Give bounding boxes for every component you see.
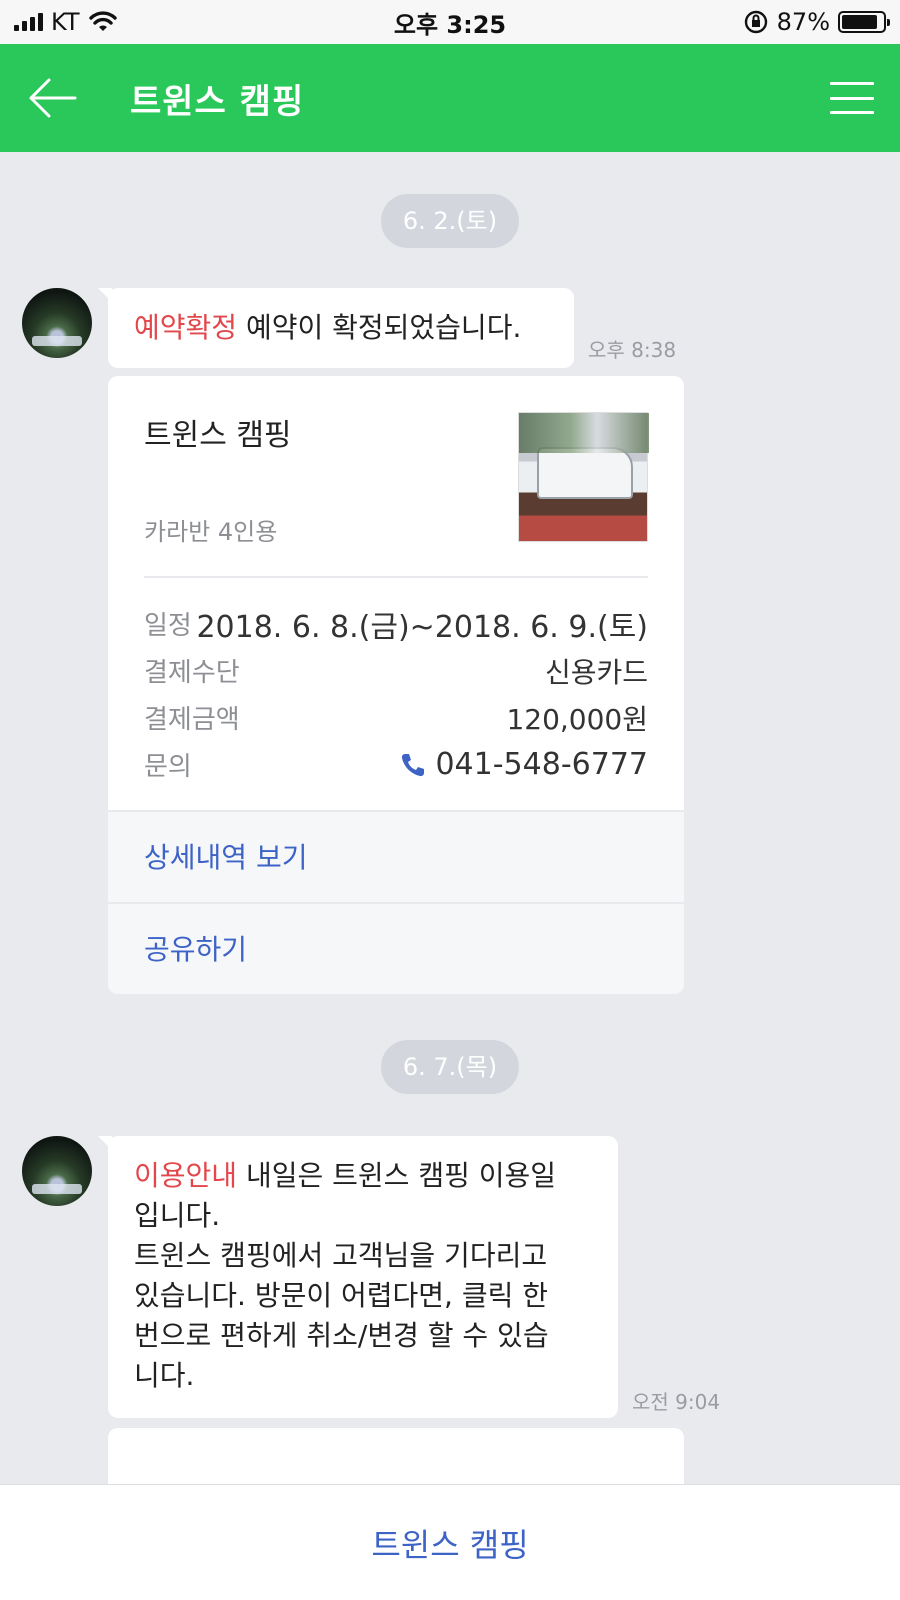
status-right: 87% xyxy=(743,8,890,36)
share-button[interactable]: 공유하기 xyxy=(108,902,684,994)
orientation-lock-icon xyxy=(744,10,767,34)
detail-value: 120,000원 xyxy=(506,702,648,736)
phone-link[interactable]: 041-548-6777 xyxy=(399,747,648,782)
battery-percent: 87% xyxy=(776,8,830,36)
signal-icon xyxy=(14,13,43,31)
back-button[interactable] xyxy=(26,72,78,124)
message-tag: 예약확정 xyxy=(134,311,238,344)
message-line: 니다. xyxy=(134,1359,195,1392)
detail-value: 신용카드 xyxy=(544,655,648,689)
phone-number: 041-548-6777 xyxy=(435,747,648,782)
detail-row-payment-method: 결제수단 신용카드 xyxy=(144,647,648,694)
detail-label: 결제금액 xyxy=(144,705,240,735)
chat-header: 트윈스 캠핑 xyxy=(0,44,900,152)
message-line: 입니다. xyxy=(134,1199,221,1232)
status-bar: KT 오후 3:25 87% xyxy=(0,0,900,44)
carrier-label: KT xyxy=(51,8,80,36)
battery-icon xyxy=(838,11,890,33)
detail-label: 결제수단 xyxy=(144,658,240,688)
arrow-left-icon xyxy=(29,78,77,118)
avatar[interactable] xyxy=(22,1136,92,1206)
view-details-button[interactable]: 상세내역 보기 xyxy=(108,810,684,902)
wifi-icon xyxy=(88,11,117,31)
message-text: 내일은 트윈스 캠핑 이용일 xyxy=(245,1159,557,1192)
chat-title: 트윈스 캠핑 xyxy=(130,81,305,122)
avatar[interactable] xyxy=(22,288,92,358)
detail-value: 2018. 6. 8.(금)~2018. 6. 9.(토) xyxy=(196,609,648,645)
card-subtitle: 카라반 4인용 xyxy=(144,518,278,546)
menu-button[interactable] xyxy=(830,78,874,118)
phone-icon xyxy=(402,753,425,776)
reservation-card: 트윈스 캠핑 카라반 4인용 일정 2018. 6. 8.(금)~2018. 6… xyxy=(108,376,684,994)
detail-label: 문의 xyxy=(144,752,192,782)
status-left: KT xyxy=(14,8,118,36)
hamburger-menu-icon xyxy=(830,82,874,85)
message-bubble-confirmed: 예약확정 예약이 확정되었습니다. xyxy=(98,288,574,368)
message-line: 번으로 편하게 취소/변경 할 수 있습 xyxy=(134,1319,549,1352)
campsite-thumbnail[interactable] xyxy=(518,412,649,542)
message-line: 트윈스 캠핑에서 고객님을 기다리고 xyxy=(134,1239,548,1272)
date-separator: 6. 2.(토) xyxy=(380,194,520,248)
message-tag: 이용안내 xyxy=(134,1159,238,1192)
message-time: 오전 9:04 xyxy=(632,1390,721,1414)
detail-label: 일정 xyxy=(144,611,192,641)
message-time: 오후 8:38 xyxy=(588,338,677,362)
detail-row-schedule: 일정 2018. 6. 8.(금)~2018. 6. 9.(토) xyxy=(144,600,648,647)
detail-row-contact: 문의 041-548-6777 xyxy=(144,741,648,788)
next-card-partial xyxy=(108,1428,684,1484)
chat-area[interactable]: 6. 2.(토) 예약확정 예약이 확정되었습니다. 오후 8:38 트윈스 캠… xyxy=(0,152,900,1484)
date-separator: 6. 7.(목) xyxy=(380,1040,520,1094)
message-bubble-usage-info: 이용안내 내일은 트윈스 캠핑 이용일 입니다. 트윈스 캠핑에서 고객님을 기… xyxy=(98,1136,618,1418)
message-line: 이용안내 내일은 트윈스 캠핑 이용일 xyxy=(134,1156,592,1196)
card-details: 일정 2018. 6. 8.(금)~2018. 6. 9.(토) 결제수단 신용… xyxy=(108,578,684,810)
detail-row-amount: 결제금액 120,000원 xyxy=(144,694,648,741)
message-line: 있습니다. 방문이 어렵다면, 클릭 한 xyxy=(134,1279,549,1312)
message-text: 예약이 확정되었습니다. xyxy=(245,311,522,344)
card-header: 트윈스 캠핑 카라반 4인용 xyxy=(108,376,684,576)
bottom-bar-button[interactable]: 트윈스 캠핑 xyxy=(0,1484,900,1600)
